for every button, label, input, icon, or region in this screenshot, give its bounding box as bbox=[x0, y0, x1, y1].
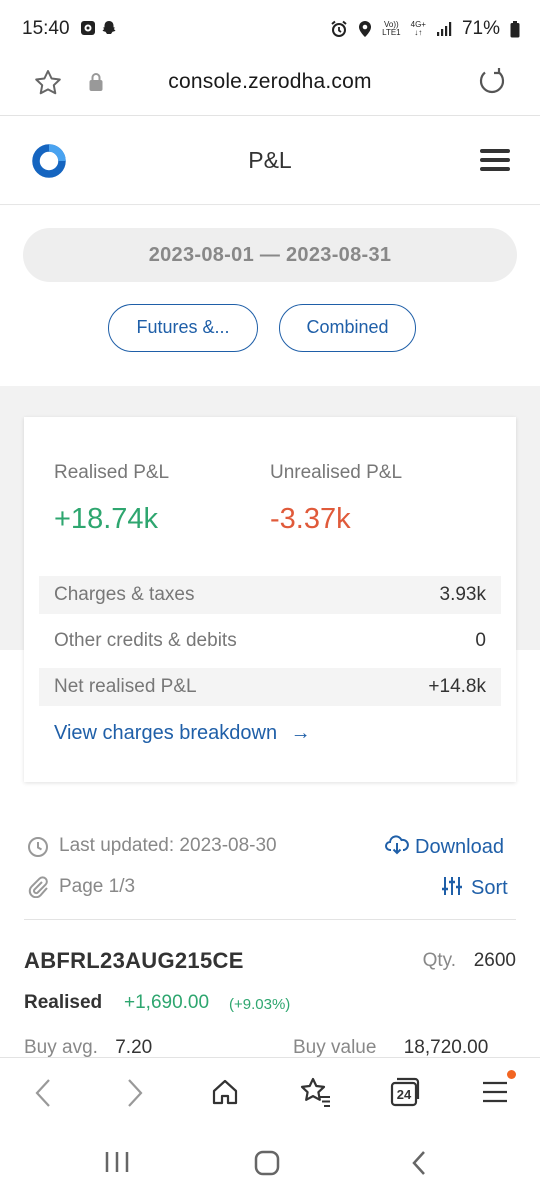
system-navigation-bar bbox=[0, 1127, 540, 1200]
status-time: 15:40 bbox=[22, 18, 70, 39]
buy-value-value: 18,720.00 bbox=[403, 1037, 489, 1058]
battery-percent: 71% bbox=[461, 18, 500, 39]
row-value: +14.8k bbox=[428, 676, 486, 697]
last-updated-text: Last updated: 2023-08-30 bbox=[59, 835, 277, 856]
download-button[interactable]: Download bbox=[385, 834, 504, 859]
row-value: 0 bbox=[475, 630, 486, 651]
unrealised-pnl-value: -3.37k bbox=[270, 503, 351, 535]
sort-sliders-icon bbox=[442, 877, 462, 895]
realised-pnl-label: Realised P&L bbox=[54, 462, 170, 483]
snapchat-icon bbox=[102, 21, 116, 34]
tab-count: 24 bbox=[396, 1087, 412, 1102]
row-value: 3.93k bbox=[439, 584, 486, 605]
row-label: Net realised P&L bbox=[54, 676, 197, 697]
position-realised-value: +1,690.00 bbox=[124, 992, 210, 1013]
view-charges-breakdown-link[interactable]: View charges breakdown → bbox=[54, 722, 311, 745]
browser-url-bar: console.zerodha.com bbox=[0, 58, 540, 116]
page-indicator: Page 1/3 bbox=[59, 876, 136, 897]
buy-avg-row: Buy avg. 7.20 bbox=[24, 1037, 152, 1059]
sort-label: Sort bbox=[471, 877, 508, 899]
realised-pnl-value: +18.74k bbox=[54, 503, 159, 535]
qty-label: Qty. bbox=[422, 950, 456, 971]
network-type-indicator: 4G+ ↓↑ bbox=[410, 20, 426, 37]
menu-icon[interactable] bbox=[481, 1078, 509, 1106]
link-label: View charges breakdown bbox=[54, 722, 278, 744]
buy-avg-value: 7.20 bbox=[115, 1037, 153, 1058]
arrow-right-icon: → bbox=[290, 722, 311, 744]
pnl-summary-card: Realised P&L +18.74k Unrealised P&L -3.3… bbox=[24, 417, 516, 782]
net-realised-pnl-row: Net realised P&L +14.8k bbox=[39, 668, 501, 706]
battery-icon bbox=[510, 20, 520, 37]
sort-button[interactable]: Sort bbox=[441, 875, 508, 900]
qty-value: 2600 bbox=[473, 950, 516, 971]
forward-arrow-icon[interactable] bbox=[125, 1078, 145, 1108]
download-label: Download bbox=[415, 836, 504, 858]
alarm-icon bbox=[331, 20, 347, 37]
app-notification-icon bbox=[81, 21, 95, 35]
paperclip-icon bbox=[28, 876, 48, 898]
position-symbol[interactable]: ABFRL23AUG215CE bbox=[24, 948, 244, 974]
browser-toolbar: 24 bbox=[0, 1057, 540, 1127]
home-nav-icon[interactable] bbox=[254, 1150, 280, 1176]
status-right: Vo)) LTE1 4G+ ↓↑ 71% bbox=[330, 18, 520, 40]
hamburger-menu-icon[interactable] bbox=[480, 148, 510, 172]
clock-icon bbox=[28, 837, 48, 857]
home-icon[interactable] bbox=[211, 1078, 239, 1106]
other-credits-debits-row: Other credits & debits 0 bbox=[39, 622, 501, 660]
row-label: Other credits & debits bbox=[54, 630, 237, 651]
buy-avg-label: Buy avg. bbox=[24, 1037, 98, 1058]
combined-filter-chip[interactable]: Combined bbox=[279, 304, 416, 352]
app-header: P&L bbox=[0, 117, 540, 205]
location-icon bbox=[359, 21, 372, 37]
position-realised-label: Realised bbox=[24, 992, 103, 1013]
url-text[interactable]: console.zerodha.com bbox=[0, 70, 540, 94]
back-nav-icon[interactable] bbox=[410, 1149, 428, 1177]
page-title: P&L bbox=[248, 147, 292, 173]
signal-icon bbox=[436, 22, 452, 36]
notification-dot bbox=[507, 1070, 516, 1079]
volte-indicator: Vo)) LTE1 bbox=[382, 20, 401, 37]
bookmarks-icon[interactable] bbox=[298, 1076, 332, 1108]
tabs-button[interactable]: 24 bbox=[389, 1076, 421, 1108]
filters-section: 2023-08-01 — 2023-08-31 Futures &... Com… bbox=[0, 206, 540, 386]
position-realised-percent: (+9.03%) bbox=[229, 996, 291, 1013]
unrealised-pnl-label: Unrealised P&L bbox=[270, 462, 403, 483]
row-label: Charges & taxes bbox=[54, 584, 195, 605]
charges-taxes-row: Charges & taxes 3.93k bbox=[39, 576, 501, 614]
date-range-picker[interactable]: 2023-08-01 — 2023-08-31 bbox=[23, 228, 517, 282]
segment-filter-chip[interactable]: Futures &... bbox=[108, 304, 258, 352]
recent-apps-icon[interactable] bbox=[104, 1151, 130, 1173]
cloud-download-icon bbox=[385, 835, 409, 855]
back-arrow-icon[interactable] bbox=[33, 1078, 53, 1108]
status-bar: 15:40 Vo)) LTE1 4G+ ↓↑ 71% bbox=[0, 0, 540, 58]
section-divider bbox=[24, 919, 516, 920]
buy-value-row: Buy value 18,720.00 bbox=[293, 1037, 488, 1059]
buy-value-label: Buy value bbox=[293, 1037, 377, 1058]
reload-icon[interactable] bbox=[477, 65, 507, 95]
